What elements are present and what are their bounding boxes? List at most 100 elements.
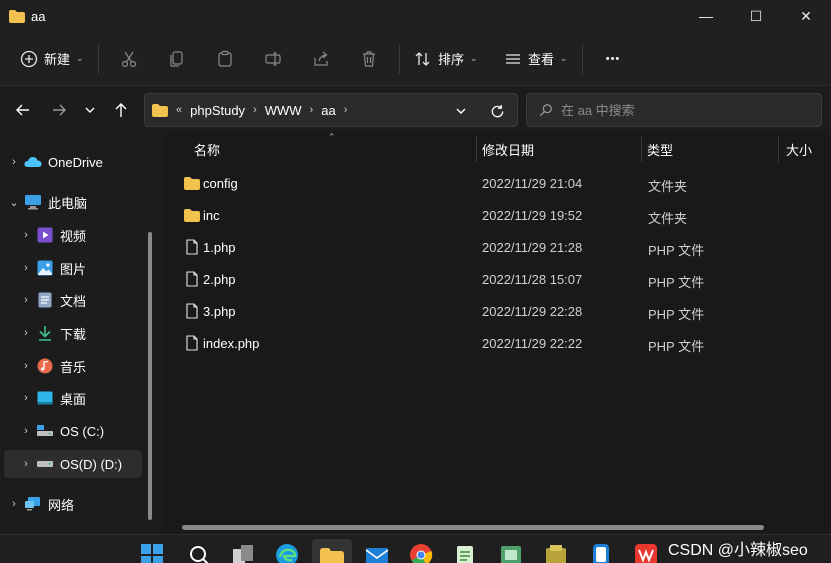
recent-locations-button[interactable] (76, 93, 104, 127)
sidebar-item-label: 下载 (60, 326, 87, 342)
sidebar-item-downloads[interactable]: › 下载 (16, 319, 156, 347)
chevron-right-icon[interactable]: › (16, 458, 36, 470)
search-icon[interactable] (187, 543, 211, 563)
column-header-size[interactable]: 大小 (786, 134, 826, 164)
file-modified: 2022/11/29 19:52 (482, 208, 583, 223)
chevron-right-icon[interactable]: › (16, 392, 36, 404)
onedrive-icon (24, 154, 42, 170)
column-header-label: 修改日期 (482, 142, 535, 158)
maximize-button[interactable]: ☐ (731, 0, 781, 32)
sidebar-item-onedrive[interactable]: › OneDrive (4, 148, 144, 176)
music-icon (36, 358, 54, 374)
column-header-modified[interactable]: 修改日期 (482, 134, 632, 164)
app-icon[interactable] (589, 543, 613, 563)
chevron-right-icon[interactable]: › (16, 229, 36, 241)
breadcrumb-separator[interactable]: › (344, 104, 348, 116)
column-divider[interactable] (778, 136, 779, 162)
sidebar-item-label: OS (C:) (60, 423, 105, 439)
chevron-right-icon[interactable]: › (4, 156, 24, 168)
file-row-1-php[interactable]: 1.php 2022/11/29 21:28 PHP 文件 (176, 232, 816, 262)
mail-icon[interactable] (365, 543, 389, 563)
column-header-label: 大小 (786, 142, 813, 158)
horizontal-scrollbar[interactable] (182, 525, 764, 530)
search-box[interactable] (526, 93, 822, 127)
column-header-label: 类型 (647, 142, 674, 158)
chevron-down-icon[interactable]: ⌄ (4, 196, 24, 209)
app-icon[interactable] (499, 543, 523, 563)
chevron-right-icon[interactable]: › (4, 498, 24, 510)
sidebar-item-pictures[interactable]: › 图片 (16, 254, 156, 282)
command-bar: 新建 ⌄ 排序 ⌄ 查看 ⌄ ••• (0, 32, 831, 86)
cut-button[interactable] (105, 41, 153, 77)
view-button[interactable]: 查看 ⌄ (504, 41, 576, 77)
sidebar-item-music[interactable]: › 音乐 (16, 352, 156, 380)
close-button[interactable]: ✕ (781, 0, 831, 32)
sidebar-item-documents[interactable]: › 文档 (16, 286, 156, 314)
task-view-icon[interactable] (231, 543, 255, 563)
wps-icon[interactable] (634, 543, 658, 563)
forward-button[interactable] (42, 93, 76, 127)
minimize-button[interactable]: — (681, 0, 731, 32)
breadcrumb-aa[interactable]: aa (321, 103, 335, 118)
start-icon[interactable] (140, 543, 164, 563)
file-row-index-php[interactable]: index.php 2022/11/29 22:22 PHP 文件 (176, 328, 816, 358)
delete-button[interactable] (345, 41, 393, 77)
chevron-right-icon[interactable]: › (16, 262, 36, 274)
search-input[interactable] (561, 102, 801, 118)
file-row-inc[interactable]: inc 2022/11/29 19:52 文件夹 (176, 200, 816, 230)
more-button[interactable]: ••• (589, 41, 637, 77)
breadcrumb-phpstudy[interactable]: phpStudy (190, 103, 245, 118)
sidebar-scrollbar[interactable] (148, 232, 152, 520)
address-bar[interactable]: « phpStudy › WWW › aa › (144, 93, 518, 127)
breadcrumb-www[interactable]: WWW (265, 103, 302, 118)
sidebar-item-videos[interactable]: › 视频 (16, 221, 156, 249)
refresh-button[interactable] (485, 101, 509, 121)
toolbar-divider (98, 43, 99, 74)
paste-button[interactable] (201, 41, 249, 77)
chevron-right-icon[interactable]: › (16, 327, 36, 339)
arrow-right-icon (53, 104, 66, 116)
column-header-name[interactable]: 名称 (194, 134, 464, 164)
notepad-icon[interactable] (454, 543, 478, 563)
file-explorer-icon[interactable] (320, 546, 344, 563)
sidebar-item-this-pc[interactable]: ⌄ 此电脑 (4, 188, 144, 216)
sidebar-item-drive-c[interactable]: › OS (C:) (16, 417, 156, 445)
file-row-2-php[interactable]: 2.php 2022/11/28 15:07 PHP 文件 (176, 264, 816, 294)
column-divider[interactable] (476, 136, 477, 162)
file-icon (186, 271, 198, 287)
breadcrumb-separator[interactable]: › (253, 104, 257, 116)
new-button[interactable]: 新建 ⌄ (20, 41, 92, 77)
file-row-3-php[interactable]: 3.php 2022/11/29 22:28 PHP 文件 (176, 296, 816, 326)
back-button[interactable] (6, 93, 40, 127)
sort-button[interactable]: 排序 ⌄ (414, 41, 494, 77)
arrow-up-icon (115, 103, 127, 117)
overflow-chevron-icon[interactable]: « (176, 104, 182, 116)
pc-icon (24, 194, 42, 210)
chevron-down-icon (456, 108, 466, 114)
address-history-button[interactable] (449, 102, 473, 120)
column-header-type[interactable]: 类型 (647, 134, 767, 164)
up-button[interactable] (104, 93, 138, 127)
chevron-right-icon[interactable]: › (16, 360, 36, 372)
file-type: 文件夹 (648, 179, 688, 194)
sidebar-item-network[interactable]: › 网络 (4, 490, 144, 518)
chevron-right-icon[interactable]: › (16, 425, 36, 437)
chrome-icon[interactable] (409, 543, 433, 563)
file-row-config[interactable]: config 2022/11/29 21:04 文件夹 (176, 168, 816, 198)
breadcrumb-separator[interactable]: › (310, 104, 314, 116)
toolbar-divider (582, 43, 583, 74)
sidebar-item-desktop[interactable]: › 桌面 (16, 384, 156, 412)
sidebar-item-drive-d[interactable]: › OS(D) (D:) (4, 450, 142, 478)
app-icon[interactable] (544, 543, 568, 563)
share-button[interactable] (297, 41, 345, 77)
file-name: config (203, 176, 238, 191)
more-icon: ••• (605, 52, 621, 65)
column-divider[interactable] (641, 136, 642, 162)
copy-button[interactable] (153, 41, 201, 77)
chevron-right-icon[interactable]: › (16, 294, 36, 306)
arrow-left-icon (16, 104, 29, 116)
file-icon (186, 239, 198, 255)
rename-button[interactable] (249, 41, 297, 77)
edge-icon[interactable] (275, 543, 299, 563)
drive-d-icon (36, 456, 54, 472)
